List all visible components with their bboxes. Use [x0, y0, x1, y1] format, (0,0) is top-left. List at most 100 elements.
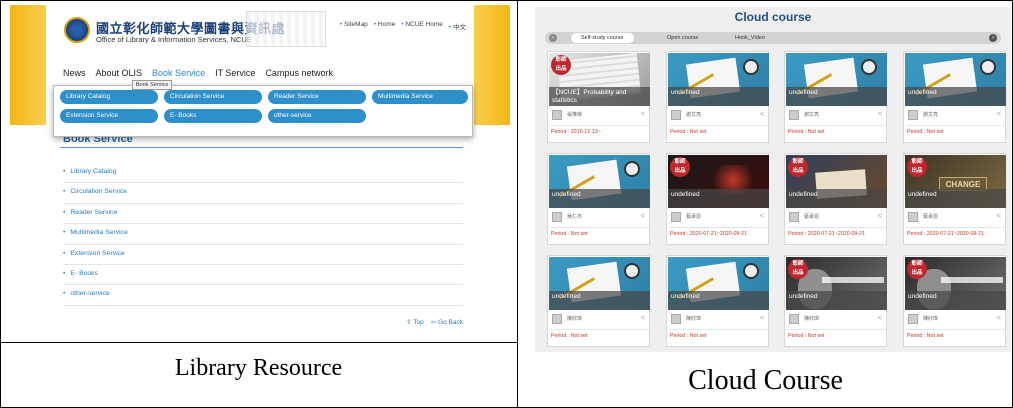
- service-circulation[interactable]: Circulation Service: [63, 183, 463, 204]
- nav-it-service[interactable]: IT Service: [215, 68, 255, 78]
- course-thumbnail[interactable]: undefined: [668, 53, 769, 106]
- course-title[interactable]: undefined: [549, 189, 650, 208]
- share-icon[interactable]: <: [760, 213, 764, 220]
- share-icon[interactable]: <: [641, 213, 645, 220]
- course-thumbnail[interactable]: undefined: [549, 257, 650, 310]
- course-card[interactable]: undefined 陳欣瑋 < Period : Not set: [547, 255, 650, 347]
- chevron-left-icon[interactable]: ‹: [549, 34, 557, 42]
- course-thumbnail[interactable]: undefined: [549, 155, 650, 208]
- share-icon[interactable]: <: [641, 315, 645, 322]
- chinese-link[interactable]: 中文: [449, 21, 466, 31]
- course-meta: 陳欣瑋 <: [906, 313, 1005, 327]
- service-reader[interactable]: Reader Service: [63, 204, 463, 225]
- course-thumbnail[interactable]: undefined: [905, 53, 1006, 106]
- course-title[interactable]: undefined: [786, 189, 887, 208]
- service-multimedia[interactable]: Multimedia Service: [63, 224, 463, 245]
- course-thumbnail[interactable]: CHANGE 彰師 出品 undefined: [905, 155, 1006, 208]
- course-period: Period : Not set: [907, 129, 944, 135]
- course-card[interactable]: 彰師 出品 【NCUE】Probability and statistics 張惟傑 <…: [547, 51, 650, 143]
- course-meta: 吳仁杰 <: [550, 211, 649, 225]
- course-card[interactable]: undefined 吳仁杰 < Period : Not set: [547, 153, 650, 245]
- course-meta: 謝文亮 <: [787, 109, 886, 123]
- course-title[interactable]: 【NCUE】Probability and statistics: [549, 87, 650, 106]
- course-card[interactable]: 彰師 出品 undefined 蔡承恩 < Period : 2020-07-21~202…: [784, 153, 887, 245]
- service-extension[interactable]: Extension Service: [63, 245, 463, 265]
- course-title[interactable]: undefined: [786, 291, 887, 310]
- course-title[interactable]: undefined: [905, 189, 1006, 208]
- tab-open-course[interactable]: Open course: [657, 33, 709, 43]
- header-decoration-right: [474, 5, 510, 125]
- course-card[interactable]: undefined 謝文亮 < Period : Not set: [784, 51, 887, 143]
- tab-self-study-course[interactable]: Self-study course: [571, 33, 634, 43]
- service-ebooks[interactable]: E- Books: [63, 265, 463, 286]
- dropdown-library-catalog[interactable]: Library Catalog: [60, 90, 158, 104]
- share-icon[interactable]: <: [878, 213, 882, 220]
- course-card[interactable]: 彰師 出品 undefined 蔡承恩 < Period : 2020-07-21~202…: [666, 153, 769, 245]
- nav-campus-network[interactable]: Campus network: [265, 68, 333, 78]
- university-logo-icon[interactable]: [64, 17, 90, 43]
- course-thumbnail[interactable]: undefined: [786, 53, 887, 106]
- course-title[interactable]: undefined: [668, 87, 769, 106]
- course-period: Period : Not set: [788, 333, 825, 339]
- avatar: [552, 314, 562, 324]
- course-thumbnail[interactable]: 彰師 出品 【NCUE】Probability and statistics: [549, 53, 650, 106]
- dropdown-reader-service[interactable]: Reader Service: [268, 90, 366, 104]
- building-illustration: [246, 11, 326, 47]
- course-title[interactable]: undefined: [668, 291, 769, 310]
- course-title[interactable]: undefined: [905, 291, 1006, 310]
- share-icon[interactable]: <: [878, 111, 882, 118]
- go-back-link[interactable]: ⇦ Go Back: [431, 318, 463, 326]
- course-thumbnail[interactable]: 彰師 出品 undefined: [786, 257, 887, 310]
- dropdown-ebooks[interactable]: E- Books: [164, 109, 262, 123]
- service-other[interactable]: other-service: [63, 285, 463, 306]
- tab-hook-video[interactable]: Hook_Video: [725, 33, 775, 43]
- share-icon[interactable]: <: [997, 111, 1001, 118]
- avatar: [671, 314, 681, 324]
- course-author: 張惟傑: [567, 112, 583, 118]
- dropdown-extension-service[interactable]: Extension Service: [60, 109, 158, 123]
- course-card[interactable]: 彰師 出品 undefined 陳欣瑋 < Period : Not set: [784, 255, 887, 347]
- course-meta: 謝文亮 <: [669, 109, 768, 123]
- course-thumbnail[interactable]: undefined: [668, 257, 769, 310]
- share-icon[interactable]: <: [997, 213, 1001, 220]
- card-divider: [787, 227, 886, 228]
- course-card[interactable]: undefined 謝文亮 < Period : Not set: [903, 51, 1006, 143]
- share-icon[interactable]: <: [760, 111, 764, 118]
- course-thumbnail[interactable]: 彰師 出品 undefined: [905, 257, 1006, 310]
- course-thumbnail[interactable]: 彰師 出品 undefined: [668, 155, 769, 208]
- service-library-catalog[interactable]: Library Catalog: [63, 163, 463, 184]
- course-title[interactable]: undefined: [786, 87, 887, 106]
- share-icon[interactable]: <: [760, 315, 764, 322]
- avatar: [908, 110, 918, 120]
- course-card[interactable]: CHANGE 彰師 出品 undefined 蔡承恩 < Period : 2020-07-…: [903, 153, 1006, 245]
- course-thumbnail[interactable]: 彰師 出品 undefined: [786, 155, 887, 208]
- dropdown-circulation-service[interactable]: Circulation Service: [164, 90, 262, 104]
- course-meta: 蔡承恩 <: [787, 211, 886, 225]
- course-title[interactable]: undefined: [905, 87, 1006, 106]
- course-card[interactable]: 彰師 出品 undefined 陳欣瑋 < Period : Not set: [903, 255, 1006, 347]
- course-title[interactable]: undefined: [668, 189, 769, 208]
- course-meta: 謝文亮 <: [906, 109, 1005, 123]
- share-icon[interactable]: <: [878, 315, 882, 322]
- course-card[interactable]: undefined 謝文亮 < Period : Not set: [666, 51, 769, 143]
- ncue-home-link[interactable]: NCUE Home: [401, 21, 443, 31]
- share-icon[interactable]: <: [641, 111, 645, 118]
- site-title-english[interactable]: Office of Library & Information Services…: [96, 35, 252, 44]
- share-icon[interactable]: <: [997, 315, 1001, 322]
- header-decoration-left: [10, 5, 46, 125]
- avatar: [671, 110, 681, 120]
- course-period: Period : Not set: [670, 333, 707, 339]
- course-title[interactable]: undefined: [549, 291, 650, 310]
- chevron-right-icon[interactable]: ›: [989, 34, 997, 42]
- course-card[interactable]: undefined 陳欣瑋 < Period : Not set: [666, 255, 769, 347]
- top-link[interactable]: ⇧ Top: [406, 318, 424, 326]
- nav-book-service[interactable]: Book Service: [152, 68, 205, 78]
- dropdown-multimedia-service[interactable]: Multimedia Service: [372, 90, 468, 104]
- dropdown-other-service[interactable]: other-service: [268, 109, 366, 123]
- course-author: 蔡承恩: [686, 214, 702, 220]
- nav-news[interactable]: News: [63, 68, 86, 78]
- nav-about-olis[interactable]: About OLIS: [96, 68, 143, 78]
- home-link[interactable]: Home: [374, 21, 395, 31]
- sitemap-link[interactable]: SiteMap: [340, 21, 368, 31]
- course-author: 陳欣瑋: [686, 316, 702, 322]
